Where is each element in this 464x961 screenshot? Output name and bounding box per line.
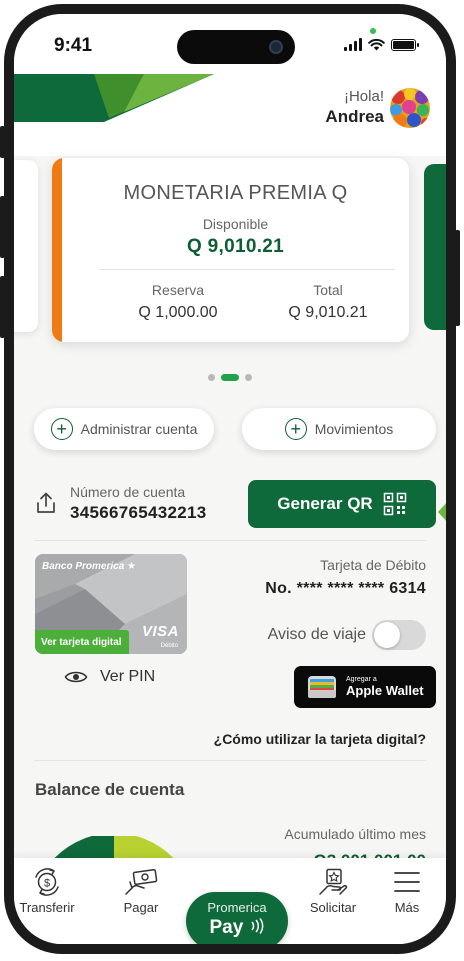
travel-notice-label: Aviso de viaje: [267, 626, 366, 643]
nav-more[interactable]: Más: [372, 868, 442, 915]
reserve-label: Reserva: [151, 282, 205, 298]
carousel-dot[interactable]: [245, 374, 252, 381]
wallet-text-top: Agregar a: [346, 676, 377, 683]
carousel-dot[interactable]: [221, 374, 239, 381]
contactless-icon: [250, 918, 263, 934]
nav-more-label: Más: [394, 900, 420, 915]
how-to-use-digital-card-link[interactable]: ¿Cómo utilizar la tarjeta digital?: [214, 731, 426, 747]
privacy-indicator-icon: [370, 28, 376, 34]
pay-icon: [125, 868, 158, 895]
next-account-card[interactable]: [424, 164, 446, 330]
wallet-icon: [308, 676, 336, 698]
divider: [34, 760, 426, 761]
brand-header-shape: [14, 74, 214, 122]
promerica-pay-top: Promerica: [207, 900, 267, 915]
phone-frame: 9:41 ¡Hola! Andrea MONETARIA PREMIA Q Di…: [4, 4, 456, 954]
reserve-column: Reserva Q 1,000.00: [108, 282, 248, 322]
app-screen: 9:41 ¡Hola! Andrea MONETARIA PREMIA Q Di…: [14, 14, 446, 944]
divider: [34, 540, 426, 541]
app-header: ¡Hola! Andrea: [14, 74, 446, 156]
share-icon[interactable]: [34, 492, 58, 514]
wallet-text: Agregar a Apple Wallet: [346, 676, 424, 698]
reserve-value: Q 1,000.00: [138, 304, 218, 321]
wifi-icon: [368, 38, 385, 51]
promerica-pay-button[interactable]: Promerica Pay: [186, 892, 288, 944]
eye-icon: [64, 671, 88, 683]
nav-request[interactable]: Solicitar: [298, 868, 368, 915]
menu-icon: [394, 872, 420, 892]
plus-circle-icon: +: [284, 418, 307, 440]
carousel-dots[interactable]: [14, 374, 446, 381]
request-icon: [319, 868, 348, 895]
account-number-value: 34566765432213: [70, 503, 207, 522]
available-value: Q 9,010.21: [186, 236, 285, 257]
card-network-sub: Débito: [160, 643, 178, 649]
movements-button[interactable]: + Movimientos: [242, 408, 436, 450]
account-divider: [100, 269, 395, 270]
status-time: 9:41: [54, 35, 93, 56]
greeting-text: ¡Hola!: [343, 88, 384, 105]
card-bank-brand: Banco Promerica ★: [42, 561, 137, 572]
generate-qr-label: Generar QR: [277, 494, 373, 513]
greeting: ¡Hola! Andrea: [325, 88, 384, 127]
movements-label: Movimientos: [314, 421, 394, 437]
debit-card-image[interactable]: Banco Promerica ★ Ver tarjeta digital VI…: [35, 554, 187, 654]
avatar-candy-image: [390, 88, 430, 128]
qr-pointer-arrow-icon: [438, 490, 446, 534]
total-value: Q 9,010.21: [288, 304, 368, 321]
card-number: No. **** **** **** 6314: [265, 580, 426, 597]
nav-request-label: Solicitar: [309, 900, 357, 915]
promerica-pay-bottom: Pay: [186, 917, 288, 939]
manage-account-button[interactable]: + Administrar cuenta: [34, 408, 214, 450]
account-number-label: Número de cuenta: [70, 484, 186, 500]
account-name: MONETARIA PREMIA Q: [123, 182, 348, 204]
transfer-icon: $: [35, 868, 59, 896]
camera-icon: [269, 40, 283, 54]
toggle-knob: [374, 622, 400, 648]
total-label: Total: [313, 282, 343, 298]
account-card[interactable]: MONETARIA PREMIA Q Disponible Q 9,010.21…: [52, 158, 409, 342]
generate-qr-button[interactable]: Generar QR: [248, 480, 436, 528]
svg-text:$: $: [44, 878, 50, 890]
nav-transfer-label: Transferir: [19, 900, 75, 915]
view-digital-card-label[interactable]: Ver tarjeta digital: [35, 630, 129, 654]
qr-code-icon: [383, 492, 406, 516]
battery-icon: [391, 39, 419, 51]
nav-pay-label: Pagar: [123, 900, 159, 915]
balance-title: Balance de cuenta: [35, 780, 185, 799]
accumulated-label: Acumulado último mes: [284, 826, 426, 842]
plus-circle-icon: +: [50, 418, 73, 440]
dynamic-island: [177, 30, 295, 64]
avatar[interactable]: [390, 88, 430, 128]
add-to-apple-wallet-button[interactable]: Agregar a Apple Wallet: [294, 666, 436, 708]
carousel-dot[interactable]: [208, 374, 215, 381]
travel-notice-toggle[interactable]: [372, 620, 426, 650]
account-accent-bar: [52, 158, 62, 342]
card-type-label: Tarjeta de Débito: [320, 557, 426, 573]
user-name: Andrea: [325, 107, 384, 126]
available-label: Disponible: [202, 216, 269, 232]
card-network-logo: VISA: [141, 623, 179, 640]
view-pin-label: Ver PIN: [100, 668, 156, 685]
status-bar: 9:41: [14, 14, 446, 74]
wallet-text-bottom: Apple Wallet: [346, 683, 424, 698]
previous-account-card[interactable]: [14, 160, 38, 332]
view-pin-button[interactable]: Ver PIN: [64, 668, 155, 686]
nav-pay[interactable]: Pagar: [106, 868, 176, 915]
status-icons: [344, 38, 419, 51]
cellular-signal-icon: [344, 38, 362, 51]
total-column: Total Q 9,010.21: [258, 282, 398, 322]
manage-account-label: Administrar cuenta: [80, 421, 198, 437]
nav-transfer[interactable]: $ Transferir: [14, 868, 82, 915]
